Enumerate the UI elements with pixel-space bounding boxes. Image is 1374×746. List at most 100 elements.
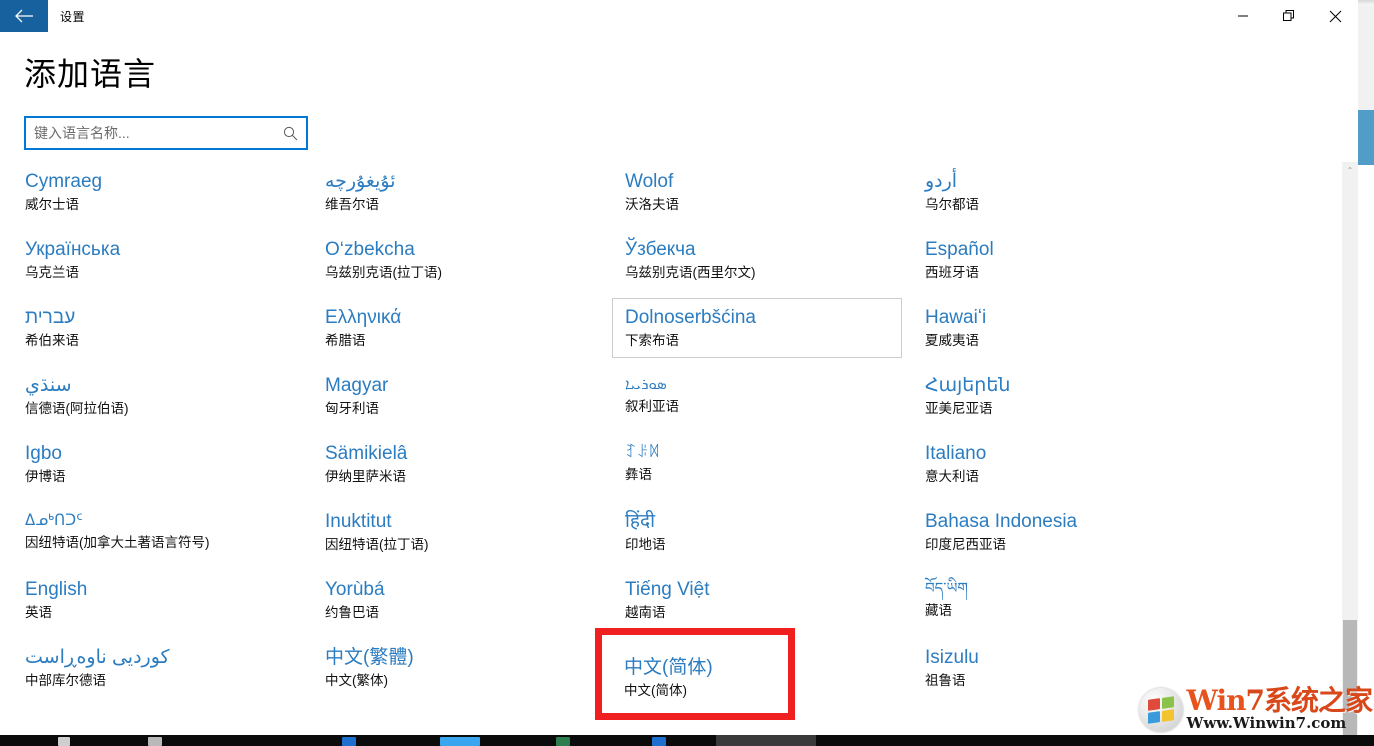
language-item[interactable]: Español 西班牙语 [912, 230, 1202, 290]
language-native-name: Wolof [625, 171, 674, 192]
language-item[interactable]: ܣܘܪܝܝܐ 叙利亚语 [612, 366, 902, 426]
scroll-up-arrow-icon[interactable]: ⌃ [1342, 162, 1358, 178]
language-native-name: Español [925, 239, 994, 260]
language-native-name: English [25, 579, 88, 600]
settings-window: 设置 添加语言 键入语言名称... Cymraeg 威尔士语 ئۇيغۇرچە … [0, 0, 1358, 735]
restore-icon [1283, 10, 1294, 21]
close-button[interactable] [1312, 0, 1358, 32]
language-localized-name: 信德语(阿拉伯语) [25, 401, 129, 416]
language-localized-name: 意大利语 [925, 469, 979, 484]
taskbar[interactable] [0, 735, 1374, 746]
language-native-name: Հայերեն [925, 375, 1011, 396]
language-item[interactable]: Yorùbá 约鲁巴语 [312, 570, 602, 630]
language-localized-name: 希腊语 [325, 333, 366, 348]
language-item[interactable]: Magyar 匈牙利语 [312, 366, 602, 426]
language-item[interactable]: བོད་ཡིག 藏语 [912, 570, 1202, 630]
language-native-name: עברית [25, 307, 76, 328]
taskbar-icon[interactable] [556, 737, 570, 746]
window-controls [1220, 0, 1358, 32]
language-native-name: Yorùbá [325, 579, 385, 600]
language-item[interactable]: עברית 希伯来语 [12, 298, 302, 358]
language-item[interactable]: Українська 乌克兰语 [12, 230, 302, 290]
taskbar-icon[interactable] [440, 737, 480, 746]
language-item[interactable]: 中文(简体) 中文(简体) [612, 638, 902, 698]
language-native-name: ܣܘܪܝܝܐ [625, 376, 667, 393]
language-localized-name: 乌兹别克语(西里尔文) [625, 265, 756, 280]
language-native-name: हिंदी [625, 511, 656, 532]
language-native-name: Igbo [25, 443, 62, 464]
page-title: 添加语言 [24, 56, 157, 92]
language-item[interactable]: Ελληνικά 希腊语 [312, 298, 602, 358]
language-native-name: Ελληνικά [325, 307, 402, 328]
language-item[interactable]: سنڌي 信德语(阿拉伯语) [12, 366, 302, 426]
language-native-name: Italiano [925, 443, 987, 464]
close-icon [1329, 10, 1341, 22]
language-item[interactable]: Ўзбекча 乌兹别克语(西里尔文) [612, 230, 902, 290]
language-localized-name: 伊纳里萨米语 [325, 469, 406, 484]
language-native-name: Cymraeg [25, 171, 103, 192]
language-native-name: Isizulu [925, 647, 979, 668]
title-bar: 设置 [0, 0, 1358, 32]
language-item[interactable]: ꆈꌠꉙ 彝语 [612, 434, 902, 494]
language-item[interactable]: Italiano 意大利语 [912, 434, 1202, 494]
scrollbar-thumb[interactable] [1343, 620, 1357, 735]
language-item[interactable]: Sämikielâ 伊纳里萨米语 [312, 434, 602, 494]
language-item[interactable]: English 英语 [12, 570, 302, 630]
language-localized-name: 维吾尔语 [325, 197, 379, 212]
language-localized-name: 中部库尔德语 [25, 673, 106, 688]
language-item[interactable]: کوردیی ناوەڕاست 中部库尔德语 [12, 638, 302, 698]
language-localized-name: 中文(繁体) [325, 673, 388, 688]
search-box[interactable] [24, 116, 308, 150]
restore-button[interactable] [1266, 0, 1312, 32]
language-item[interactable]: Dolnoserbšćina 下索布语 [612, 298, 902, 358]
language-list-scrollbar[interactable]: ⌃ [1342, 162, 1358, 735]
language-item[interactable]: Bahasa Indonesia 印度尼西亚语 [912, 502, 1202, 562]
back-button[interactable] [0, 0, 48, 32]
language-localized-name: 彝语 [625, 467, 652, 482]
language-item[interactable]: Igbo 伊博语 [12, 434, 302, 494]
language-localized-name: 藏语 [925, 603, 952, 618]
language-localized-name: 因纽特语(拉丁语) [325, 537, 429, 552]
language-localized-name: 西班牙语 [925, 265, 979, 280]
language-native-name: O‘zbekcha [325, 239, 415, 260]
minimize-button[interactable] [1220, 0, 1266, 32]
language-native-name: ᐃᓄᒃᑎᑐᑦ [25, 512, 83, 529]
language-localized-name: 祖鲁语 [925, 673, 966, 688]
language-item[interactable]: O‘zbekcha 乌兹别克语(拉丁语) [312, 230, 602, 290]
app-title: 设置 [60, 9, 86, 24]
taskbar-icon[interactable] [148, 737, 162, 746]
taskbar-icon[interactable] [58, 737, 70, 746]
language-native-name: Magyar [325, 375, 389, 396]
taskbar-icon[interactable] [342, 737, 356, 746]
language-native-name: Sämikielâ [325, 443, 408, 464]
language-item[interactable]: Hawaiʻi 夏威夷语 [912, 298, 1202, 358]
search-input[interactable] [26, 118, 290, 148]
language-native-name: Українська [25, 239, 121, 260]
language-item[interactable]: हिंदी 印地语 [612, 502, 902, 562]
language-item[interactable]: Tiếng Việt 越南语 [612, 570, 902, 630]
language-localized-name: 乌尔都语 [925, 197, 979, 212]
language-localized-name: 印度尼西亚语 [925, 537, 1006, 552]
language-native-name: ꆈꌠꉙ [625, 444, 661, 461]
language-localized-name: 叙利亚语 [625, 399, 679, 414]
language-item[interactable]: Wolof 沃洛夫语 [612, 162, 902, 222]
language-item[interactable]: أردو 乌尔都语 [912, 162, 1202, 222]
language-item[interactable]: ᐃᓄᒃᑎᑐᑦ 因纽特语(加拿大土著语言符号) [12, 502, 302, 562]
language-localized-name: 夏威夷语 [925, 333, 979, 348]
taskbar-icon[interactable] [652, 737, 666, 746]
language-native-name: 中文(繁體) [325, 647, 414, 668]
search-icon[interactable] [280, 123, 300, 143]
language-item[interactable]: Isizulu 祖鲁语 [912, 638, 1202, 698]
language-native-name: Ўзбекча [625, 239, 696, 260]
language-grid: Cymraeg 威尔士语 ئۇيغۇرچە 维吾尔语 Wolof 沃洛夫语 أردو 乌尔都语… [0, 162, 1342, 706]
language-native-name: Dolnoserbšćina [625, 307, 756, 328]
language-localized-name: 越南语 [625, 605, 666, 620]
back-arrow-icon [14, 9, 34, 23]
language-item[interactable]: ئۇيغۇرچە 维吾尔语 [312, 162, 602, 222]
language-item[interactable]: Cymraeg 威尔士语 [12, 162, 302, 222]
language-item[interactable]: Inuktitut 因纽特语(拉丁语) [312, 502, 602, 562]
background-window-scrollbar-thumb[interactable] [1358, 110, 1374, 165]
language-item[interactable]: 中文(繁體) 中文(繁体) [312, 638, 602, 698]
taskbar-active-window[interactable] [716, 735, 816, 746]
language-item[interactable]: Հայերեն 亚美尼亚语 [912, 366, 1202, 426]
